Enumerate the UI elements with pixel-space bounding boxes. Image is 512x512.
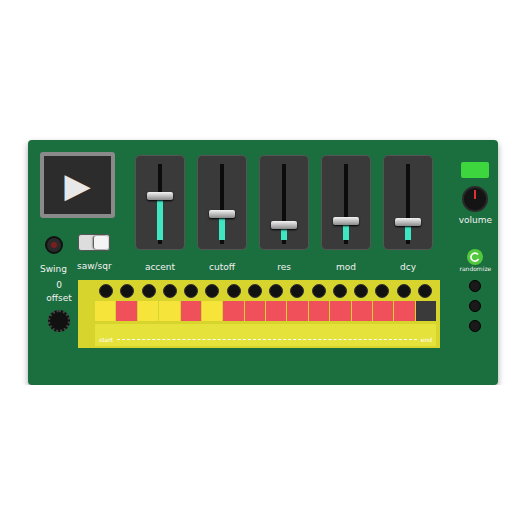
page: ▶ Swing saw/sqr accent cutoff res mod dc… [0, 0, 512, 385]
step-pad[interactable] [309, 301, 329, 321]
slider-handle[interactable] [209, 210, 235, 218]
step-knob[interactable] [205, 284, 219, 298]
step-pad[interactable] [266, 301, 286, 321]
step-pad[interactable] [352, 301, 372, 321]
play-button[interactable]: ▶ [40, 152, 115, 218]
range-bar[interactable]: start end [95, 324, 436, 346]
slider-label: res [277, 262, 291, 272]
step-pad[interactable] [138, 301, 158, 321]
step-pad[interactable] [223, 301, 243, 321]
step-pad[interactable] [159, 301, 179, 321]
slider-group: accent cutoff res mod dcy [135, 155, 433, 274]
step-pad[interactable] [95, 301, 115, 321]
step-knob[interactable] [99, 284, 113, 298]
step-knob[interactable] [354, 284, 368, 298]
step-knob[interactable] [312, 284, 326, 298]
range-end: end [421, 336, 432, 343]
indicator-light [461, 162, 489, 178]
slider-track[interactable] [259, 155, 309, 250]
slider-slot [406, 164, 410, 244]
sequencer-body: start end [78, 280, 440, 348]
step-pad[interactable] [394, 301, 414, 321]
transport: ▶ Swing saw/sqr [40, 152, 135, 274]
main-area: ▶ Swing saw/sqr accent cutoff res mod dc… [40, 152, 459, 385]
randomize-button[interactable] [467, 249, 483, 265]
slider: res [259, 155, 309, 274]
output-controls: volume randomize [459, 152, 492, 385]
slider-label: accent [145, 262, 175, 272]
slider: dcy [383, 155, 433, 274]
step-pad[interactable] [416, 301, 436, 321]
step-row [95, 301, 436, 321]
step-knob[interactable] [269, 284, 283, 298]
randomize-label: randomize [459, 265, 491, 272]
slider-slot [158, 164, 162, 244]
slider: mod [321, 155, 371, 274]
slider-handle[interactable] [333, 217, 359, 225]
knob-pointer [474, 190, 476, 199]
step-pad[interactable] [287, 301, 307, 321]
step-pad[interactable] [116, 301, 136, 321]
step-knob[interactable] [184, 284, 198, 298]
slider-label: dcy [400, 262, 416, 272]
side-knob[interactable] [469, 300, 481, 312]
step-knob[interactable] [120, 284, 134, 298]
slider-label: cutoff [209, 262, 235, 272]
step-knob[interactable] [397, 284, 411, 298]
offset-label: offset [46, 293, 71, 303]
swing-control: Swing [40, 234, 67, 274]
slider-handle[interactable] [395, 218, 421, 226]
toggle-thumb [94, 236, 108, 249]
step-pad[interactable] [202, 301, 222, 321]
step-knob[interactable] [163, 284, 177, 298]
step-knob[interactable] [375, 284, 389, 298]
step-knob[interactable] [333, 284, 347, 298]
step-knob[interactable] [227, 284, 241, 298]
side-knob[interactable] [469, 320, 481, 332]
step-pad[interactable] [245, 301, 265, 321]
offset-value: 0 [56, 280, 62, 290]
slider-handle[interactable] [271, 221, 297, 229]
step-knob[interactable] [418, 284, 432, 298]
swing-button[interactable] [45, 236, 63, 254]
switch-row: Swing saw/sqr [40, 234, 135, 274]
step-knob-row [95, 284, 436, 298]
slider-handle[interactable] [147, 192, 173, 200]
step-pad[interactable] [330, 301, 350, 321]
synth-panel: ▶ Swing saw/sqr accent cutoff res mod dc… [28, 140, 498, 385]
side-knobs [469, 280, 481, 332]
slider-track[interactable] [321, 155, 371, 250]
volume-label: volume [459, 215, 492, 225]
controls-row: ▶ Swing saw/sqr accent cutoff res mod dc… [40, 152, 459, 274]
waveform-label: saw/sqr [77, 261, 112, 271]
slider-track[interactable] [383, 155, 433, 250]
step-pad[interactable] [373, 301, 393, 321]
range-line [117, 339, 417, 340]
slider-slot [220, 164, 224, 244]
slider-slot [344, 164, 348, 244]
step-pad[interactable] [181, 301, 201, 321]
play-icon: ▶ [64, 168, 90, 202]
slider-slot [282, 164, 286, 244]
slider-track[interactable] [197, 155, 247, 250]
waveform-control: saw/sqr [77, 234, 112, 274]
offset-control: 0 offset [40, 280, 78, 348]
step-knob[interactable] [142, 284, 156, 298]
swing-label: Swing [40, 264, 67, 274]
slider-track[interactable] [135, 155, 185, 250]
range-start: start [99, 336, 113, 343]
step-knob[interactable] [248, 284, 262, 298]
waveform-toggle[interactable] [78, 234, 110, 251]
slider-label: mod [336, 262, 356, 272]
volume-knob[interactable] [462, 186, 488, 212]
slider: accent [135, 155, 185, 274]
side-knob[interactable] [469, 280, 481, 292]
step-knob[interactable] [290, 284, 304, 298]
offset-knob[interactable] [48, 310, 70, 332]
sequencer: 0 offset start end [40, 280, 459, 348]
slider: cutoff [197, 155, 247, 274]
refresh-icon [467, 249, 483, 265]
